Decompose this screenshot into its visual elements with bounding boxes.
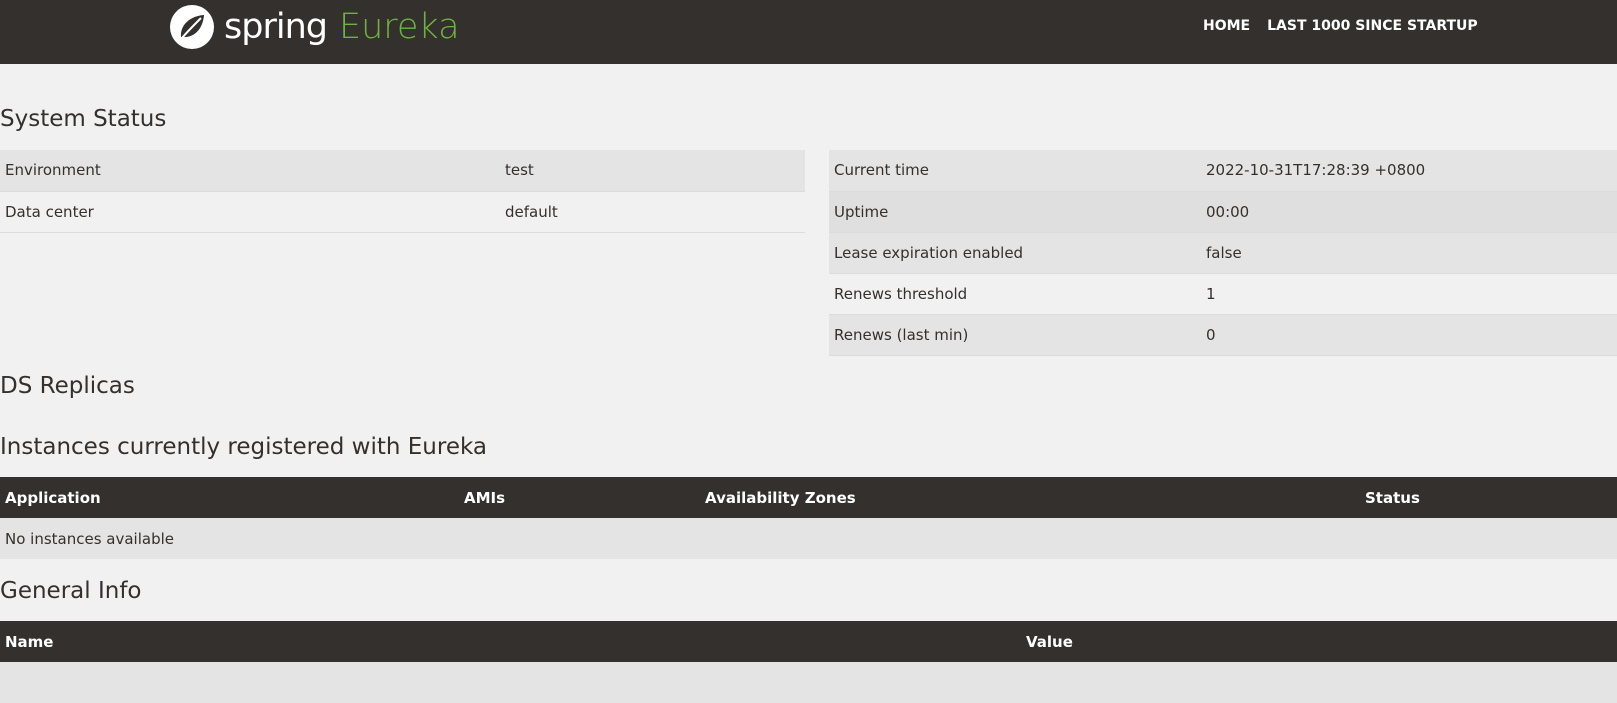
instances-table: Application AMIs Availability Zones Stat…: [0, 477, 1617, 559]
data-center-label: Data center: [5, 202, 94, 221]
brand-spring-text: spring: [224, 7, 328, 47]
general-info-table: Name Value: [0, 621, 1617, 703]
renews-threshold-value: 1: [1206, 284, 1216, 303]
nav-links: HOME LAST 1000 SINCE STARTUP: [1203, 17, 1495, 35]
table-row: Uptime 00:00: [829, 191, 1617, 232]
table-row: Renews (last min) 0: [829, 314, 1617, 355]
table-row: Renews threshold 1: [829, 273, 1617, 314]
system-status-right-table: Current time 2022-10-31T17:28:39 +0800 U…: [829, 150, 1617, 356]
brand-logo-link[interactable]: spring Eureka: [168, 3, 460, 51]
status-column-header: Status: [1360, 477, 1617, 518]
availability-zones-column-header: Availability Zones: [700, 477, 1360, 518]
table-row: No instances available: [0, 518, 1617, 559]
system-status-left-table: Environment test Data center default: [0, 150, 805, 233]
uptime-value: 00:00: [1206, 202, 1250, 221]
lease-expiration-label: Lease expiration enabled: [834, 243, 1024, 262]
system-status-heading: System Status: [0, 106, 167, 132]
general-info-heading: General Info: [0, 578, 142, 604]
nav-home-link[interactable]: HOME: [1203, 17, 1250, 35]
renews-last-min-value: 0: [1206, 325, 1216, 344]
top-navbar: spring Eureka HOME LAST 1000 SINCE START…: [0, 0, 1617, 64]
name-column-header: Name: [0, 621, 1021, 662]
table-row: Lease expiration enabled false: [829, 232, 1617, 273]
general-info-cell: [1021, 662, 1617, 703]
general-info-cell: [0, 662, 1021, 703]
renews-threshold-label: Renews threshold: [834, 284, 968, 303]
table-header-row: Name Value: [0, 621, 1617, 662]
table-header-row: Application AMIs Availability Zones Stat…: [0, 477, 1617, 518]
environment-value: test: [505, 161, 534, 180]
table-row: Data center default: [0, 191, 805, 232]
current-time-value: 2022-10-31T17:28:39 +0800: [1206, 161, 1426, 180]
uptime-label: Uptime: [834, 202, 889, 221]
instances-heading: Instances currently registered with Eure…: [0, 434, 487, 460]
amis-column-header: AMIs: [459, 477, 700, 518]
table-row: Current time 2022-10-31T17:28:39 +0800: [829, 150, 1617, 191]
value-column-header: Value: [1021, 621, 1617, 662]
ds-replicas-heading: DS Replicas: [0, 373, 135, 399]
brand-eureka-text: Eureka: [338, 7, 460, 47]
table-row: Environment test: [0, 150, 805, 191]
table-row: [0, 662, 1617, 703]
renews-last-min-label: Renews (last min): [834, 325, 969, 344]
nav-last1000-link[interactable]: LAST 1000 SINCE STARTUP: [1267, 17, 1478, 35]
data-center-value: default: [505, 202, 558, 221]
no-instances-message: No instances available: [0, 518, 1617, 559]
environment-label: Environment: [5, 161, 101, 180]
current-time-label: Current time: [834, 161, 929, 180]
application-column-header: Application: [0, 477, 459, 518]
spring-leaf-icon: [170, 5, 214, 49]
lease-expiration-value: false: [1206, 243, 1242, 262]
